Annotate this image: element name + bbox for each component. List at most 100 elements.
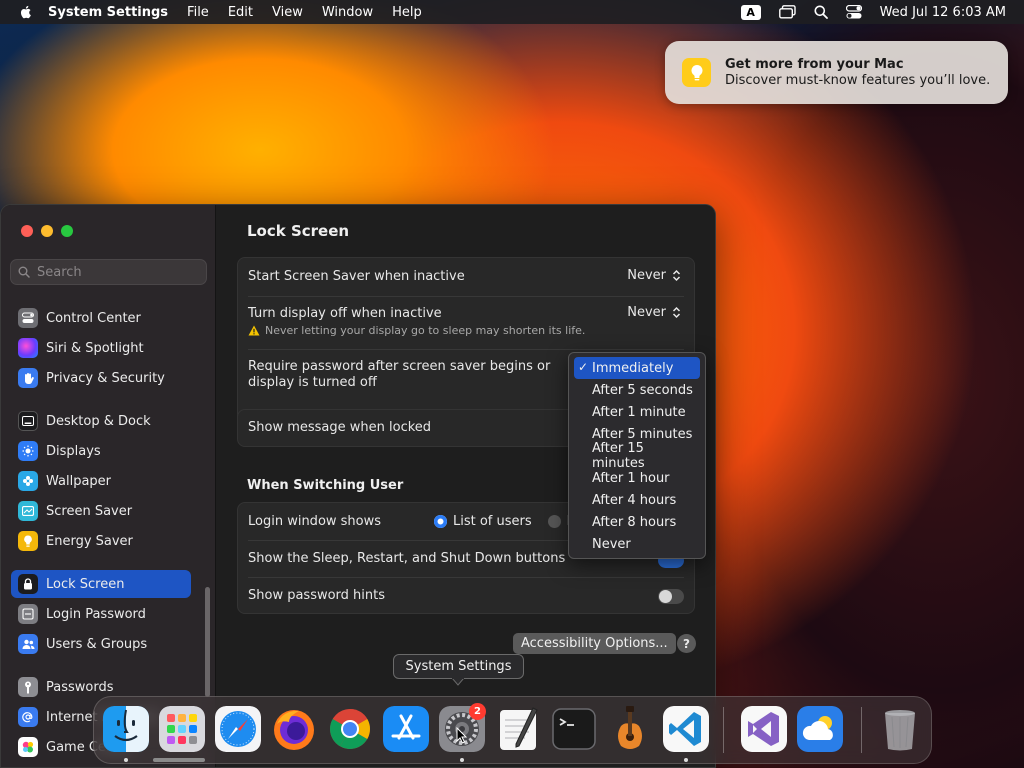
accessibility-options-button[interactable]: Accessibility Options... bbox=[513, 633, 676, 654]
app-store-icon[interactable] bbox=[383, 706, 429, 752]
display-off-value: Never bbox=[627, 305, 666, 320]
running-indicator bbox=[124, 758, 128, 762]
option-after-5-seconds[interactable]: After 5 seconds bbox=[574, 379, 700, 401]
option-label: After 4 hours bbox=[592, 492, 677, 508]
chrome-icon[interactable] bbox=[327, 706, 373, 752]
running-indicator bbox=[460, 758, 464, 762]
launchpad-icon[interactable] bbox=[159, 706, 205, 752]
row-divider bbox=[248, 296, 684, 297]
menu-bar: System Settings File Edit View Window He… bbox=[0, 0, 1024, 24]
garageband-icon[interactable] bbox=[607, 706, 653, 752]
show-message-label: Show message when locked bbox=[248, 420, 432, 435]
screen-mirroring-icon[interactable] bbox=[778, 5, 796, 19]
apple-menu-icon[interactable] bbox=[18, 4, 34, 20]
notification-badge: 2 bbox=[469, 703, 486, 720]
finder-icon[interactable] bbox=[103, 706, 149, 752]
sidebar-item-screen-saver[interactable]: Screen Saver bbox=[11, 497, 191, 525]
sidebar-item-label: Screen Saver bbox=[46, 503, 133, 519]
menu-file[interactable]: File bbox=[187, 5, 209, 20]
sidebar-item-energy-saver[interactable]: Energy Saver bbox=[11, 527, 191, 555]
option-label: Never bbox=[592, 536, 631, 552]
option-immediately[interactable]: ✓ Immediately bbox=[574, 357, 700, 379]
dock-tooltip: System Settings bbox=[393, 654, 524, 679]
lightbulb-icon bbox=[682, 58, 711, 87]
notification-body: Discover must-know features you’ll love. bbox=[725, 73, 991, 88]
stepper-icon bbox=[672, 269, 681, 282]
sidebar-item-label: Users & Groups bbox=[46, 636, 148, 652]
running-indicator bbox=[684, 758, 688, 762]
sidebar-scrollbar[interactable] bbox=[205, 587, 210, 697]
sidebar-item-wallpaper[interactable]: Wallpaper bbox=[11, 467, 191, 495]
option-label: After 5 minutes bbox=[592, 426, 693, 442]
option-label: After 1 minute bbox=[592, 404, 686, 420]
display-off-popup[interactable]: Never bbox=[627, 305, 682, 320]
sidebar-item-label: Siri & Spotlight bbox=[46, 340, 144, 356]
close-button[interactable] bbox=[21, 225, 33, 237]
sidebar-item-siri-spotlight[interactable]: Siri & Spotlight bbox=[11, 334, 191, 362]
sleep-buttons-label: Show the Sleep, Restart, and Shut Down b… bbox=[248, 551, 566, 566]
option-label: After 1 hour bbox=[592, 470, 670, 486]
sidebar-item-login-password[interactable]: Login Password bbox=[11, 600, 191, 628]
sidebar-item-label: Control Center bbox=[46, 310, 141, 326]
screen-saver-popup[interactable]: Never bbox=[627, 268, 682, 283]
option-after-8-hours[interactable]: After 8 hours bbox=[574, 511, 700, 533]
option-after-15-minutes[interactable]: After 15 minutes bbox=[574, 441, 700, 471]
zoom-button[interactable] bbox=[61, 225, 73, 237]
dock-separator bbox=[861, 707, 862, 753]
sidebar-item-displays[interactable]: Displays bbox=[11, 437, 191, 465]
section-title-switching-user: When Switching User bbox=[247, 478, 404, 493]
visual-studio-icon[interactable] bbox=[741, 706, 787, 752]
warning-icon bbox=[248, 325, 260, 336]
login-password-icon bbox=[18, 604, 38, 624]
menu-extras: A Wed Jul 12 6:03 AM bbox=[723, 0, 1006, 24]
input-source-icon[interactable]: A bbox=[740, 4, 761, 20]
textedit-icon[interactable] bbox=[495, 706, 541, 752]
sidebar-item-lock-screen[interactable]: Lock Screen bbox=[11, 570, 191, 598]
option-after-1-hour[interactable]: After 1 hour bbox=[574, 467, 700, 489]
displays-icon bbox=[18, 441, 38, 461]
option-after-1-minute[interactable]: After 1 minute bbox=[574, 401, 700, 423]
search-icon bbox=[18, 266, 30, 278]
window-scroll-indicator bbox=[153, 758, 205, 762]
sidebar-item-label: Wallpaper bbox=[46, 473, 112, 489]
screen-saver-icon bbox=[18, 501, 38, 521]
stepper-icon bbox=[672, 306, 681, 319]
menu-clock[interactable]: Wed Jul 12 6:03 AM bbox=[880, 5, 1006, 20]
sidebar-item-desktop-dock[interactable]: Desktop & Dock bbox=[11, 407, 191, 435]
tips-notification[interactable]: Get more from your Mac Discover must-kno… bbox=[665, 41, 1008, 104]
sidebar-item-label: Login Password bbox=[46, 606, 146, 622]
radio-list-of-users[interactable]: List of users bbox=[434, 514, 532, 529]
menu-app-name[interactable]: System Settings bbox=[48, 5, 168, 20]
search-input[interactable] bbox=[37, 264, 197, 280]
sidebar-item-users-groups[interactable]: Users & Groups bbox=[11, 630, 191, 658]
option-label: After 5 seconds bbox=[592, 382, 693, 398]
firefox-icon[interactable] bbox=[271, 706, 317, 752]
help-button[interactable]: ? bbox=[677, 634, 696, 653]
display-off-label: Turn display off when inactive bbox=[248, 306, 442, 321]
vscode-icon[interactable] bbox=[663, 706, 709, 752]
search-field[interactable] bbox=[10, 259, 207, 285]
at-icon bbox=[18, 707, 38, 727]
menu-help[interactable]: Help bbox=[392, 5, 422, 20]
terminal-icon[interactable] bbox=[551, 706, 597, 752]
menu-edit[interactable]: Edit bbox=[228, 5, 253, 20]
trash-icon[interactable] bbox=[877, 706, 923, 752]
sidebar-item-control-center[interactable]: Control Center bbox=[11, 304, 191, 332]
siri-icon bbox=[18, 338, 38, 358]
minimize-button[interactable] bbox=[41, 225, 53, 237]
control-center-menu-icon[interactable] bbox=[845, 5, 862, 19]
option-never[interactable]: Never bbox=[574, 533, 700, 555]
spotlight-search-icon[interactable] bbox=[814, 5, 828, 19]
sidebar-item-label: Privacy & Security bbox=[46, 370, 165, 386]
safari-icon[interactable] bbox=[215, 706, 261, 752]
sidebar-item-label: Lock Screen bbox=[46, 576, 125, 592]
menu-view[interactable]: View bbox=[272, 5, 303, 20]
sidebar-item-label: Passwords bbox=[46, 679, 114, 695]
option-after-4-hours[interactable]: After 4 hours bbox=[574, 489, 700, 511]
sidebar-item-privacy-security[interactable]: Privacy & Security bbox=[11, 364, 191, 392]
password-hints-toggle[interactable] bbox=[658, 589, 684, 604]
menu-window[interactable]: Window bbox=[322, 5, 373, 20]
weather-icon[interactable] bbox=[797, 706, 843, 752]
wallpaper-icon bbox=[18, 471, 38, 491]
hand-icon bbox=[18, 368, 38, 388]
